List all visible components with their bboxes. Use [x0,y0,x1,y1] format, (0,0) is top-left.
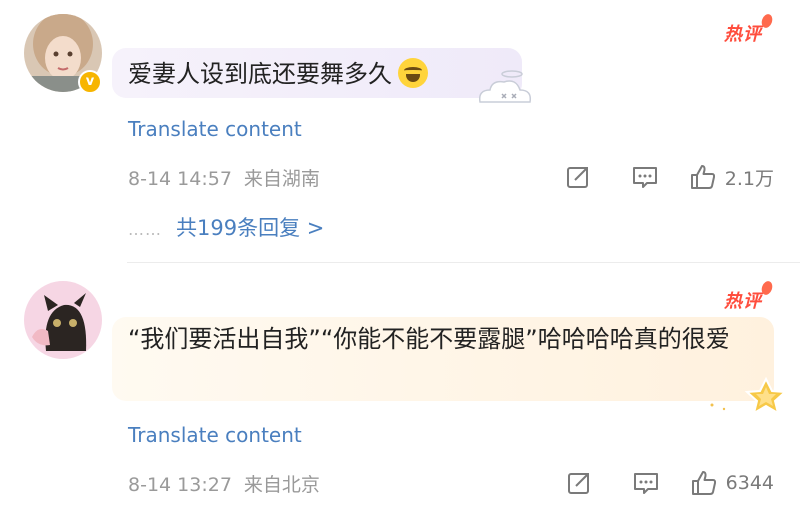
comment-item: v 热评 爱妻人设到底还要舞多久 Translate content 8-14 … [0,0,800,262]
replies-label: 共199条回复 > [176,216,325,240]
translate-link[interactable]: Translate content [128,423,302,447]
share-button[interactable] [565,164,591,190]
comment-text: “我们要活出自我”“你能不能不要露腿”哈哈哈哈真的很爱 [128,325,730,353]
dots-icon: …… [128,220,162,239]
translate-link[interactable]: Translate content [128,117,302,141]
like-button[interactable]: 6344 [690,469,774,497]
comment-date: 8-14 13:27 [128,474,232,496]
angel-sticker-icon [478,70,532,103]
comment-icon [633,473,658,494]
comment-location: 来自北京 [243,474,320,496]
reply-button[interactable] [632,470,660,496]
reply-button[interactable] [631,164,659,190]
comment-meta: 8-14 14:57 来自湖南 [128,164,320,191]
comment-text: 爱妻人设到底还要舞多久 [128,54,428,94]
like-icon [690,165,715,189]
comment-item: 热评 “我们要活出自我”“你能不能不要露腿”哈哈哈哈真的很爱 Translate… [0,263,800,510]
like-count: 6344 [725,472,774,494]
share-icon [566,167,588,188]
comment-icon [632,167,657,188]
share-icon [567,473,589,494]
avatar[interactable] [24,281,102,359]
comment-location: 来自湖南 [243,168,320,190]
hot-comment-badge: 热评 [724,12,775,46]
comment-actions: 6344 [566,468,774,498]
like-icon [691,471,716,495]
comment-date: 8-14 14:57 [128,168,232,190]
verified-badge-icon: v [78,70,102,94]
share-button[interactable] [566,470,592,496]
comment-meta: 8-14 13:27 来自北京 [128,470,320,497]
hot-comment-badge: 热评 [724,279,775,313]
like-button[interactable]: 2.1万 [689,163,774,191]
like-count: 2.1万 [724,167,774,190]
comment-actions: 2.1万 [565,162,774,192]
star-badge-sticker-icon [710,376,786,415]
view-replies-link[interactable]: …… 共199条回复 > [128,212,324,242]
laughing-tears-emoji [398,58,428,88]
